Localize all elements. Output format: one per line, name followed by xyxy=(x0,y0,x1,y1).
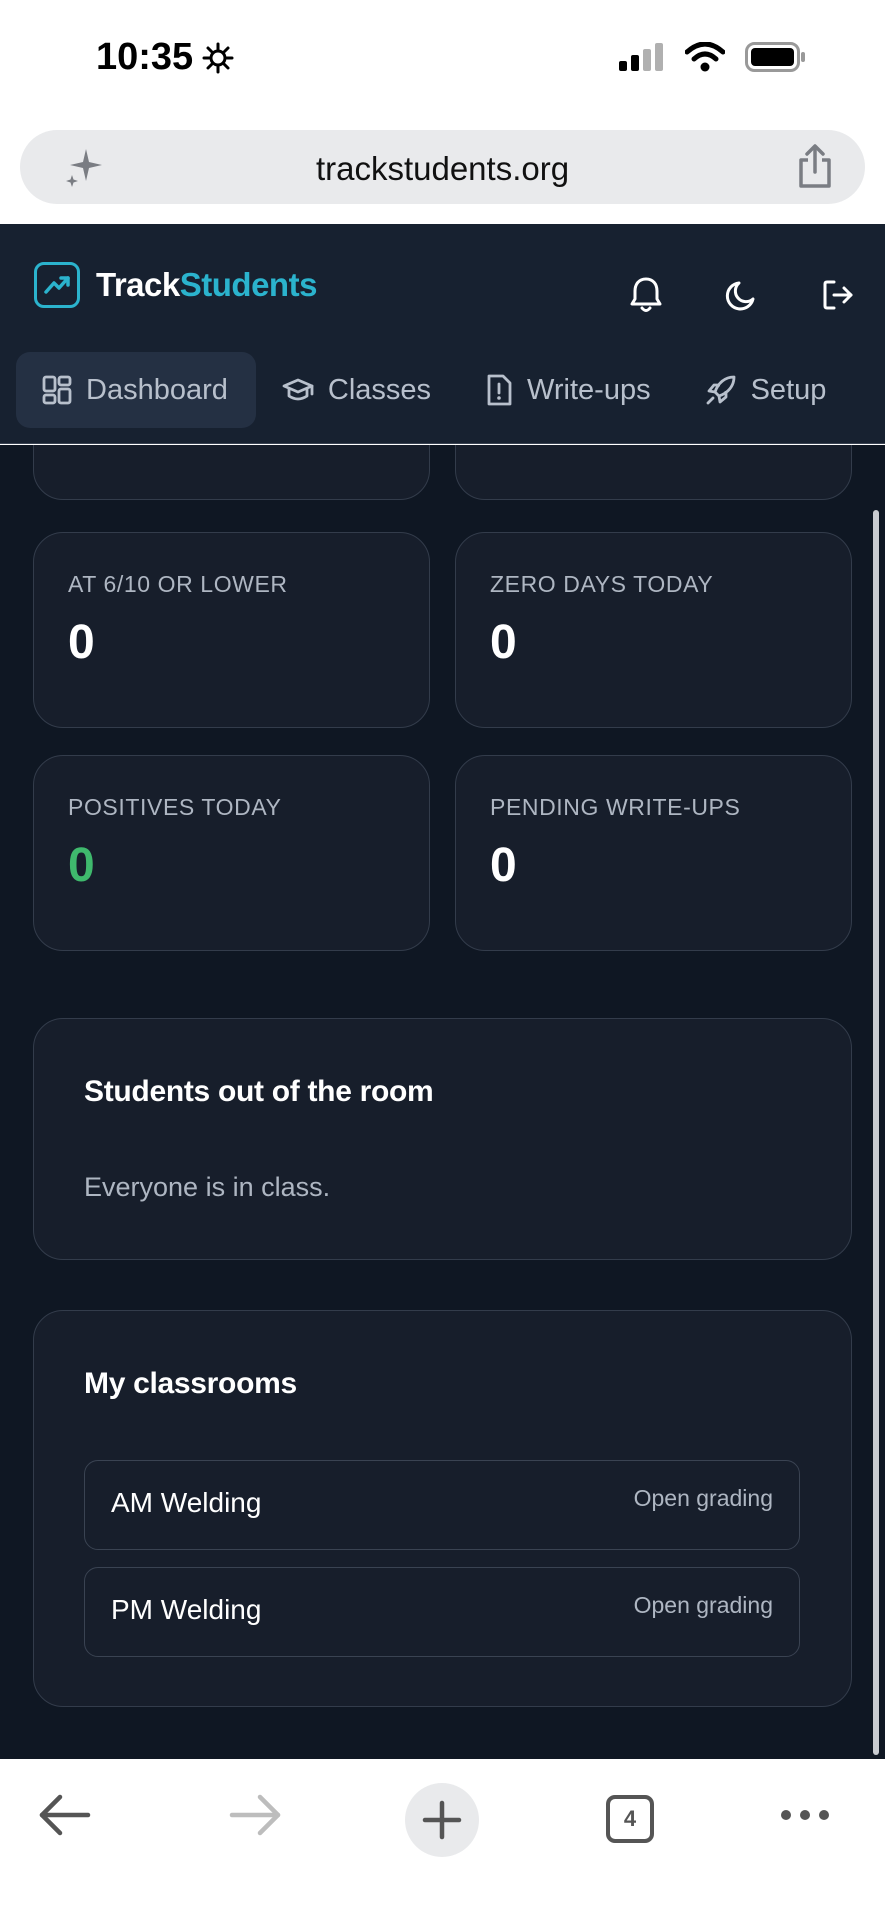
stat-value: 0 xyxy=(490,839,517,892)
brand-logo[interactable]: TrackStudents xyxy=(34,262,317,308)
moon-icon[interactable] xyxy=(719,272,765,318)
open-grading-link[interactable]: Open grading xyxy=(634,1485,773,1512)
brand-name-part2: Students xyxy=(179,266,318,303)
status-time: 10:35 xyxy=(96,36,235,79)
stat-value: 0 xyxy=(490,616,517,669)
main-nav: Dashboard Classes Write-ups Setup xyxy=(16,352,854,428)
scrollbar[interactable] xyxy=(873,510,879,1755)
classroom-name: AM Welding xyxy=(111,1487,262,1518)
tab-write-ups-label: Write-ups xyxy=(527,373,651,406)
stat-card-low-score: AT 6/10 OR LOWER 0 xyxy=(33,532,430,728)
empty-state-message: Everyone is in class. xyxy=(84,1172,331,1202)
stat-label: PENDING WRITE-UPS xyxy=(490,794,741,820)
cellular-signal-icon xyxy=(619,43,663,71)
new-tab-button[interactable] xyxy=(405,1783,479,1857)
status-indicators xyxy=(619,42,807,72)
share-icon[interactable] xyxy=(795,144,835,190)
stat-card-positives: POSITIVES TODAY 0 xyxy=(33,755,430,951)
battery-icon xyxy=(745,42,805,72)
tab-setup[interactable]: Setup xyxy=(679,352,855,428)
section-title: My classrooms xyxy=(84,1367,297,1400)
students-out-card: Students out of the room Everyone is in … xyxy=(33,1018,852,1260)
back-button[interactable] xyxy=(38,1793,92,1837)
section-title: Students out of the room xyxy=(84,1075,434,1108)
trending-chart-icon xyxy=(34,262,80,308)
address-bar[interactable]: trackstudents.org xyxy=(20,130,865,204)
classroom-row[interactable]: AM Welding Open grading xyxy=(84,1460,800,1550)
wifi-icon xyxy=(685,42,725,72)
forward-button[interactable] xyxy=(228,1793,282,1837)
stat-card-zero-days: ZERO DAYS TODAY 0 xyxy=(455,532,852,728)
stat-card-pending-write-ups: PENDING WRITE-UPS 0 xyxy=(455,755,852,951)
stat-label: POSITIVES TODAY xyxy=(68,794,282,820)
tab-dashboard-label: Dashboard xyxy=(86,373,228,406)
stat-label: AT 6/10 OR LOWER xyxy=(68,571,288,597)
tabs-button[interactable]: 4 xyxy=(606,1795,654,1843)
dashboard-content[interactable]: AT 6/10 OR LOWER 0 ZERO DAYS TODAY 0 POS… xyxy=(0,445,885,1759)
more-dots-icon xyxy=(781,1810,829,1820)
app-header: TrackStudents Dashboard Classes Write-up… xyxy=(0,224,885,444)
arrow-left-icon xyxy=(39,1794,91,1836)
classroom-name: PM Welding xyxy=(111,1594,262,1625)
stat-value: 0 xyxy=(68,839,95,892)
header-actions xyxy=(623,272,861,318)
brand-name-part1: Track xyxy=(96,266,180,303)
status-time-text: 10:35 xyxy=(96,36,194,78)
tab-setup-label: Setup xyxy=(750,373,827,406)
tab-classes-label: Classes xyxy=(327,373,432,406)
rocket-icon xyxy=(706,375,735,405)
more-options-button[interactable] xyxy=(780,1809,830,1821)
plus-icon xyxy=(422,1800,462,1840)
classroom-row[interactable]: PM Welding Open grading xyxy=(84,1567,800,1657)
browser-toolbar: 4 xyxy=(0,1759,885,1920)
brand-name: TrackStudents xyxy=(96,266,317,304)
file-alert-icon xyxy=(487,374,512,406)
tab-classes[interactable]: Classes xyxy=(256,352,459,428)
my-classrooms-card: My classrooms AM Welding Open grading PM… xyxy=(33,1310,852,1707)
arrow-right-icon xyxy=(229,1794,281,1836)
bell-icon[interactable] xyxy=(623,272,669,318)
stat-card-partial xyxy=(33,445,430,500)
url-text[interactable]: trackstudents.org xyxy=(20,150,865,188)
dashboard-grid-icon xyxy=(42,375,72,405)
browser-address-area: trackstudents.org xyxy=(0,118,885,224)
tab-write-ups[interactable]: Write-ups xyxy=(459,352,679,428)
stat-label: ZERO DAYS TODAY xyxy=(490,571,714,597)
focus-mode-icon xyxy=(202,42,234,73)
tab-dashboard[interactable]: Dashboard xyxy=(16,352,256,428)
logout-icon[interactable] xyxy=(815,272,861,318)
stat-value: 0 xyxy=(68,616,95,669)
open-grading-link[interactable]: Open grading xyxy=(634,1592,773,1619)
graduation-cap-icon xyxy=(282,378,314,401)
status-bar: 10:35 xyxy=(0,0,885,118)
stat-card-partial xyxy=(455,445,852,500)
